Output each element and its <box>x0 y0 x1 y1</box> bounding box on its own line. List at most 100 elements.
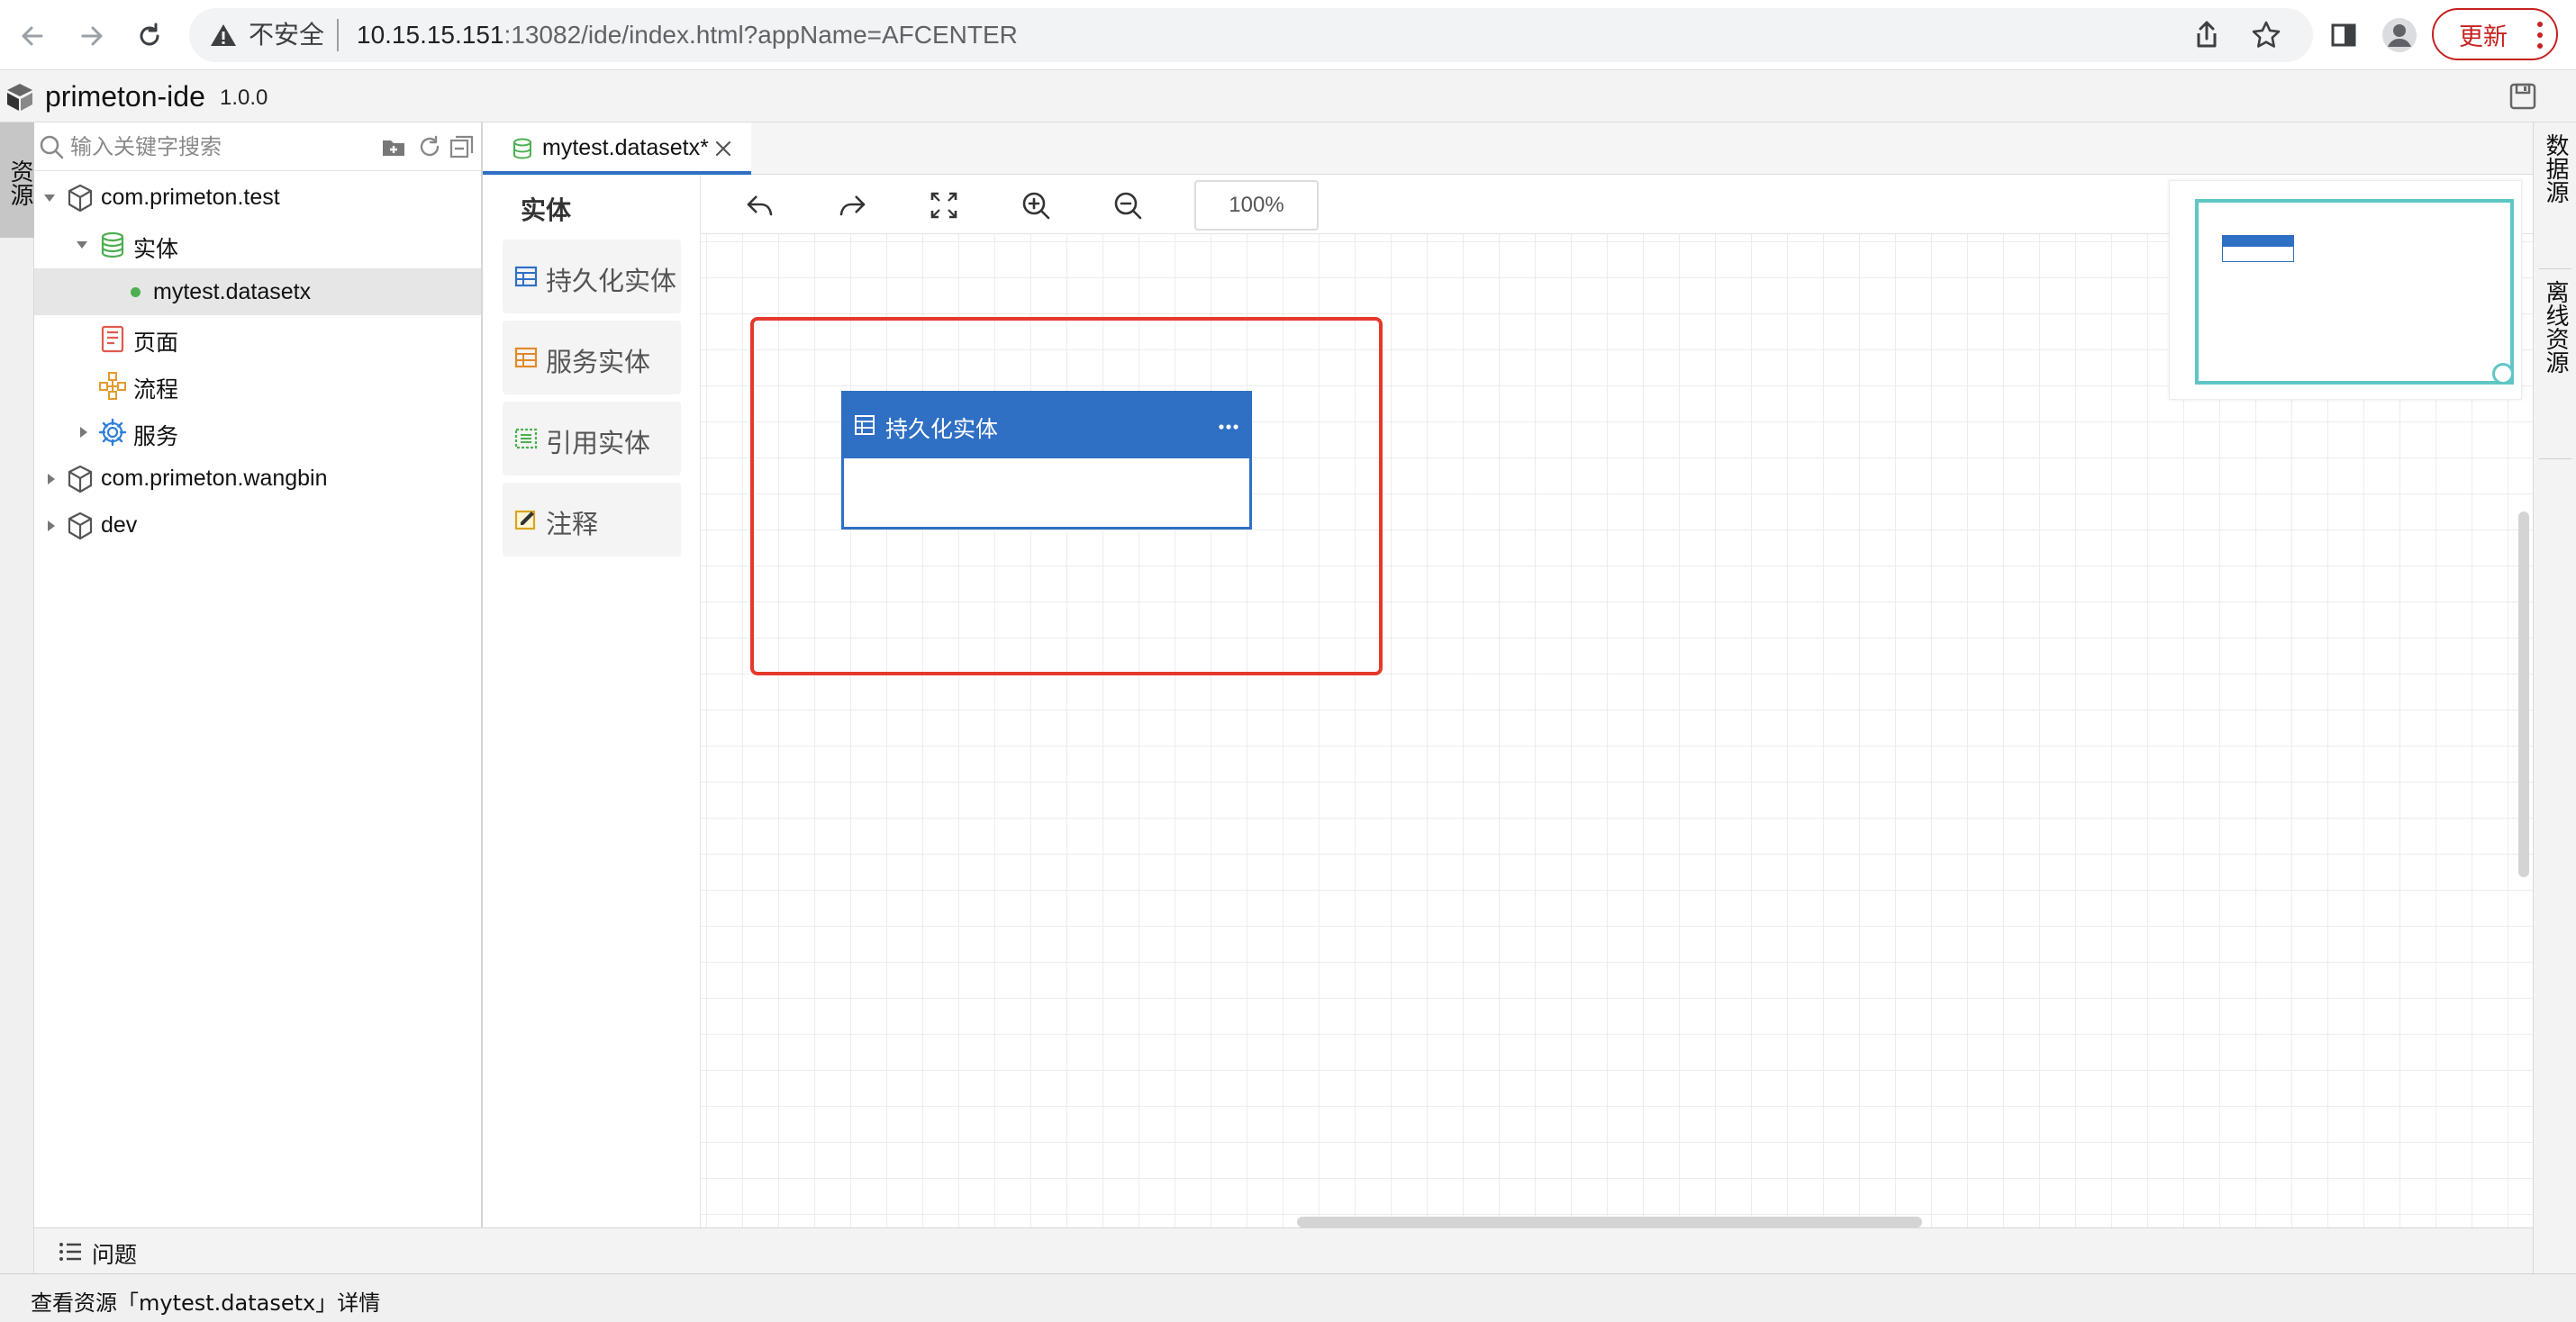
reference-entity-icon <box>514 428 538 449</box>
reload-button[interactable] <box>126 13 173 59</box>
database-icon <box>513 138 531 159</box>
search-input[interactable] <box>70 130 376 164</box>
security-label: 不安全 <box>249 20 325 50</box>
caret-right-icon[interactable] <box>43 518 59 534</box>
close-icon[interactable] <box>713 139 733 158</box>
tree-item-dev[interactable]: dev <box>34 503 481 549</box>
arrow-right-icon <box>81 26 103 46</box>
app-logo-icon <box>7 84 32 111</box>
minimap-viewport[interactable] <box>2195 199 2514 385</box>
undo-icon[interactable] <box>744 189 776 222</box>
warning-icon <box>211 24 236 46</box>
side-panel-button[interactable] <box>2324 15 2363 55</box>
package-icon <box>68 512 93 540</box>
zoom-level[interactable]: 100% <box>1194 180 1319 231</box>
note-icon <box>514 510 536 530</box>
browser-toolbar: 不安全 10.15.15.151:13082/ide/index.html?ap… <box>0 0 2576 70</box>
divider <box>337 19 339 51</box>
avatar-icon <box>2382 18 2417 52</box>
tab-mytest-datasetx[interactable]: mytest.datasetx* <box>483 122 751 175</box>
tab-label: mytest.datasetx* <box>542 135 709 160</box>
left-rail: 资源 <box>0 122 34 1273</box>
refresh-icon[interactable] <box>416 133 443 160</box>
fit-screen-icon[interactable] <box>928 189 960 222</box>
database-icon <box>101 231 124 258</box>
status-bar: 查看资源「mytest.datasetx」详情 <box>0 1273 2576 1322</box>
entity-node[interactable]: 持久化实体 <box>841 391 1252 530</box>
dot-icon <box>131 287 141 297</box>
search-icon <box>40 135 64 159</box>
forward-button[interactable] <box>68 13 115 59</box>
tree-item-entities[interactable]: 实体 <box>34 222 481 268</box>
palette-item-reference-entity[interactable]: 引用实体 <box>503 402 681 475</box>
tab-resources[interactable]: 资源 <box>0 122 34 238</box>
app-title: primeton-ide <box>45 80 205 113</box>
tree-item-label: 服务 <box>133 423 179 449</box>
package-icon <box>68 184 93 213</box>
app-version: 1.0.0 <box>220 86 268 110</box>
status-text: 查看资源「mytest.datasetx」详情 <box>31 1290 381 1316</box>
more-horizontal-icon[interactable] <box>1217 415 1240 439</box>
tab-offline-resources[interactable]: 离线资源 <box>2534 269 2576 458</box>
tree-item-label: dev <box>101 512 138 538</box>
update-button[interactable]: 更新 <box>2432 8 2558 60</box>
tab-data-source[interactable]: 数据源 <box>2534 122 2576 268</box>
tree-item-flows[interactable]: 流程 <box>34 362 481 409</box>
tree-item-label: 实体 <box>133 236 179 262</box>
address-bar[interactable]: 不安全 10.15.15.151:13082/ide/index.html?ap… <box>189 8 2313 62</box>
right-rail: 数据源 离线资源 <box>2533 122 2576 1273</box>
palette-item-label: 服务实体 <box>546 347 651 377</box>
tree-item-com-primeton-test[interactable]: com.primeton.test <box>34 175 481 222</box>
palette-item-persistent-entity[interactable]: 持久化实体 <box>503 240 681 313</box>
redo-icon[interactable] <box>836 189 868 222</box>
package-icon <box>68 465 93 493</box>
palette-item-label: 引用实体 <box>546 428 651 458</box>
divider <box>2539 458 2571 459</box>
flow-icon <box>99 372 126 400</box>
minimap-resize-handle[interactable] <box>2492 363 2514 385</box>
minimap-node-header <box>2223 236 2293 247</box>
problems-label: 问题 <box>92 1242 138 1268</box>
side-panel-icon <box>2331 23 2356 47</box>
entity-node-header[interactable]: 持久化实体 <box>844 394 1249 458</box>
save-icon[interactable] <box>2508 81 2538 112</box>
tree-item-com-primeton-wangbin[interactable]: com.primeton.wangbin <box>34 456 481 503</box>
problems-bar[interactable]: 问题 <box>34 1227 2533 1273</box>
minimap[interactable] <box>2169 180 2522 400</box>
back-button[interactable] <box>9 13 56 59</box>
caret-down-icon[interactable] <box>74 237 90 253</box>
caret-down-icon[interactable] <box>41 190 58 206</box>
palette-item-note[interactable]: 注释 <box>503 483 681 557</box>
service-entity-icon <box>514 347 538 368</box>
reload-icon <box>140 23 159 46</box>
share-icon[interactable] <box>2191 19 2223 51</box>
palette-item-service-entity[interactable]: 服务实体 <box>503 321 681 394</box>
tree-item-label: com.primeton.test <box>101 185 280 210</box>
entity-node-title: 持久化实体 <box>885 416 999 442</box>
palette-item-label: 注释 <box>546 509 599 539</box>
tree-item-services[interactable]: 服务 <box>34 409 481 456</box>
new-folder-icon[interactable] <box>380 133 407 160</box>
zoom-in-icon[interactable] <box>1020 189 1052 222</box>
horizontal-scrollbar[interactable] <box>1297 1217 1922 1227</box>
profile-button[interactable] <box>2380 15 2419 55</box>
url-text: 10.15.15.151:13082/ide/index.html?appNam… <box>357 21 1018 49</box>
palette-title: 实体 <box>521 195 572 225</box>
caret-right-icon[interactable] <box>76 424 92 440</box>
page-icon <box>101 325 124 353</box>
more-vert-icon <box>2537 22 2543 49</box>
vertical-scrollbar[interactable] <box>2518 512 2529 877</box>
tree-item-label: 流程 <box>133 376 179 403</box>
tree-item-pages[interactable]: 页面 <box>34 315 481 362</box>
tree-item-label: mytest.datasetx <box>153 279 312 304</box>
entity-palette: 实体 持久化实体 服务实体 引用实体 注释 <box>483 175 701 1227</box>
zoom-out-icon[interactable] <box>1111 189 1144 222</box>
gear-icon <box>98 418 127 447</box>
caret-right-icon[interactable] <box>43 471 59 487</box>
tree-item-mytest-datasetx[interactable]: mytest.datasetx <box>34 268 481 315</box>
bookmark-star-icon[interactable] <box>2250 19 2282 51</box>
tree-item-label: 页面 <box>133 330 179 356</box>
collapse-all-icon[interactable] <box>449 133 476 160</box>
app-header: primeton-ide 1.0.0 <box>0 70 2576 122</box>
tree-search-bar <box>34 122 481 171</box>
